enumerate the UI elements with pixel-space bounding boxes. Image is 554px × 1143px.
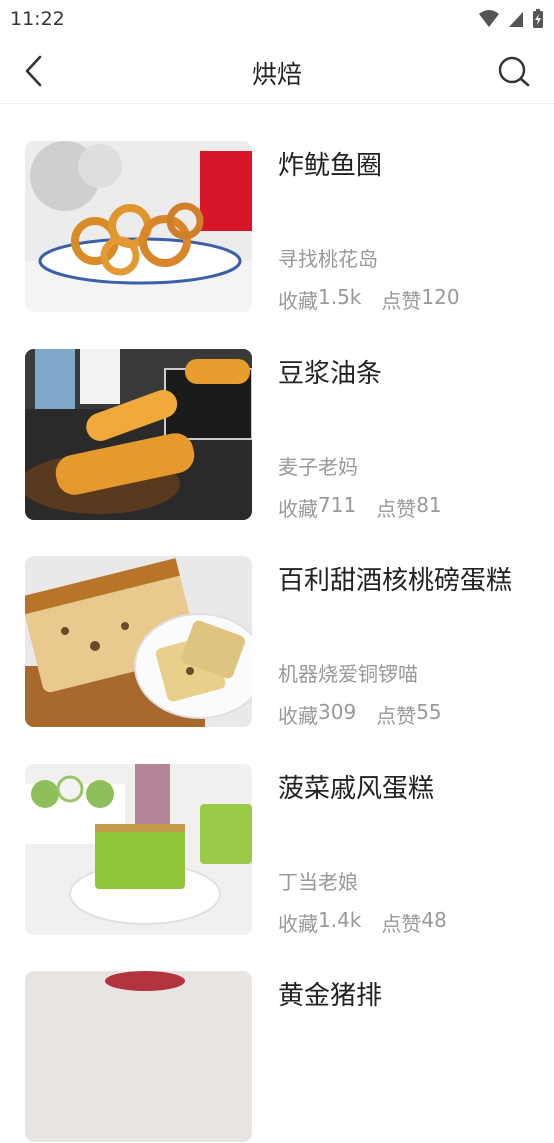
recipe-stats: 收藏 309 点赞 55 <box>278 700 442 729</box>
recipe-image-fried-squid-rings[interactable] <box>25 141 252 312</box>
like-count: 点赞 81 <box>376 493 442 521</box>
recipe-item[interactable]: 黄金猪排 <box>0 971 554 1143</box>
nav-bar: 烘焙 <box>0 38 554 104</box>
recipe-item[interactable]: 菠菜戚风蛋糕 丁当老娘 收藏 1.4k 点赞 48 <box>0 764 554 936</box>
recipe-item[interactable]: 炸鱿鱼圈 寻找桃花岛 收藏 1.5k 点赞 120 <box>0 141 554 313</box>
recipe-author: 寻找桃花岛 <box>278 247 378 271</box>
recipe-title: 炸鱿鱼圈 <box>278 151 383 181</box>
battery-charging-icon <box>533 9 543 28</box>
recipe-author: 机器烧爱铜锣喵 <box>278 662 418 686</box>
favorite-count: 收藏 1.5k <box>278 285 362 313</box>
recipe-item[interactable]: 豆浆油条 麦子老妈 收藏 711 点赞 81 <box>0 349 554 521</box>
recipe-item[interactable]: 百利甜酒核桃磅蛋糕 机器烧爱铜锣喵 收藏 309 点赞 55 <box>0 556 554 728</box>
recipe-title: 百利甜酒核桃磅蛋糕 <box>278 566 513 596</box>
favorite-count: 收藏 309 <box>278 700 357 728</box>
recipe-image-partial[interactable] <box>25 971 252 1142</box>
favorite-count: 收藏 711 <box>278 493 357 521</box>
page-title: 烘焙 <box>251 60 302 89</box>
wifi-icon <box>479 10 499 27</box>
like-count: 点赞 120 <box>381 285 460 313</box>
recipe-title: 菠菜戚风蛋糕 <box>278 774 435 804</box>
recipe-author: 丁当老娘 <box>278 870 358 894</box>
recipe-title: 豆浆油条 <box>278 359 383 389</box>
search-button[interactable] <box>496 54 532 90</box>
recipe-image-walnut-pound-cake[interactable] <box>25 556 252 727</box>
recipe-image-spinach-chiffon-cake[interactable] <box>25 764 252 935</box>
recipe-image-youtiao[interactable] <box>25 349 252 520</box>
status-bar: 11:22 <box>0 0 554 38</box>
like-count: 点赞 55 <box>376 700 442 728</box>
favorite-count: 收藏 1.4k <box>278 908 362 936</box>
recipe-stats: 收藏 1.4k 点赞 48 <box>278 908 447 937</box>
recipe-stats: 收藏 711 点赞 81 <box>278 493 442 522</box>
search-icon <box>498 56 530 87</box>
status-icons <box>478 9 544 29</box>
signal-icon <box>509 12 523 27</box>
recipe-stats: 收藏 1.5k 点赞 120 <box>278 285 460 314</box>
status-time: 11:22 <box>10 8 65 30</box>
like-count: 点赞 48 <box>381 908 447 936</box>
recipe-author: 麦子老妈 <box>278 455 358 479</box>
recipe-title: 黄金猪排 <box>278 981 383 1011</box>
